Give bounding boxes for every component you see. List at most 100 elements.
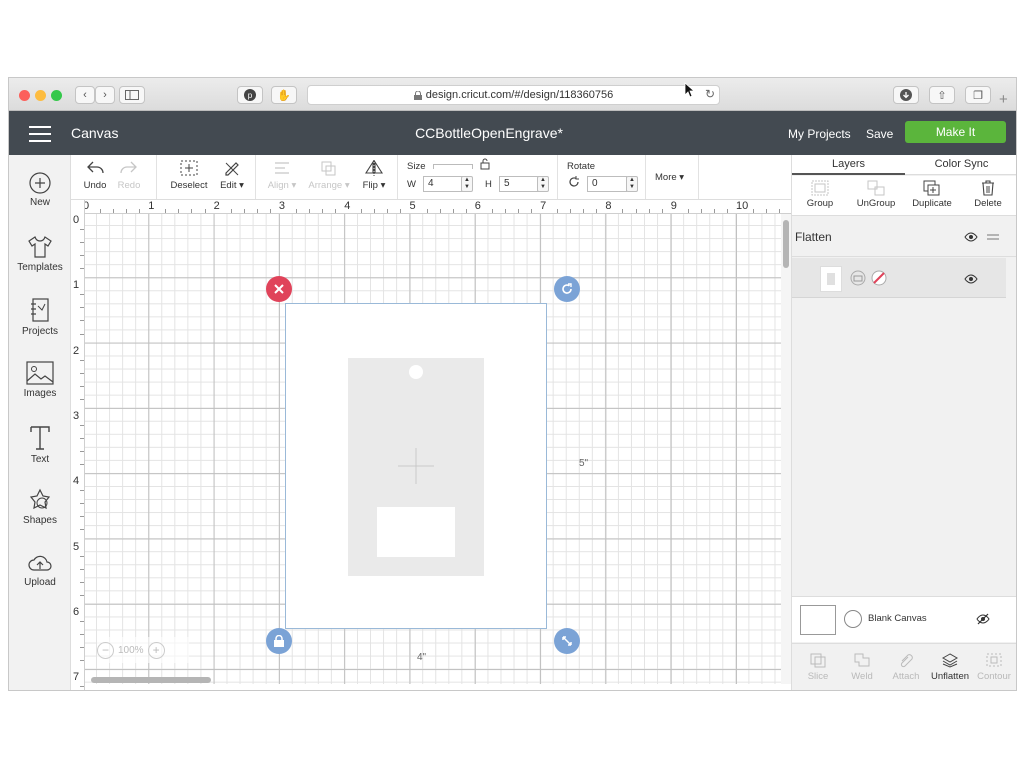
ruler-x-label: 4 — [344, 200, 351, 212]
canvas-swatch[interactable] — [800, 605, 836, 635]
layer-group-flatten[interactable]: Flatten — [792, 217, 1016, 257]
tabs-button[interactable]: ❐ — [965, 86, 991, 104]
lock-handle[interactable] — [266, 628, 292, 654]
attach-label: Attach — [892, 671, 920, 682]
ruler-tick — [80, 686, 84, 688]
redo-button[interactable]: Redo — [115, 159, 143, 191]
height-input[interactable]: 5 — [499, 176, 539, 192]
more-label: More — [655, 172, 677, 183]
more-button[interactable]: More ▾ — [655, 172, 684, 183]
ruler-tick — [491, 209, 493, 213]
unlocked-icon[interactable] — [480, 158, 490, 170]
toolbar-divider — [557, 155, 558, 199]
duplicate-button[interactable]: Duplicate — [907, 179, 957, 209]
sidebar-item-upload[interactable]: Upload — [9, 552, 71, 588]
layer-row[interactable] — [792, 258, 1006, 298]
flip-button[interactable]: Flip ▾ — [357, 159, 391, 191]
attach-button[interactable]: Attach — [884, 652, 928, 682]
undo-icon — [87, 161, 104, 174]
ruler-x-label: 7 — [540, 200, 547, 212]
image-icon — [26, 361, 54, 385]
weld-button[interactable]: Weld — [840, 652, 884, 682]
my-projects-link[interactable]: My Projects — [788, 127, 851, 141]
contour-button[interactable]: Contour — [972, 652, 1016, 682]
selected-object[interactable] — [285, 303, 547, 629]
zoom-out-button[interactable]: − — [97, 641, 114, 659]
ruler-tick — [191, 209, 193, 213]
ruler-tick — [387, 209, 389, 213]
drag-handle-icon[interactable] — [986, 233, 1000, 241]
width-input[interactable]: 4 — [423, 176, 463, 192]
height-dimension-label: 5" — [579, 458, 589, 469]
deselect-button[interactable]: Deselect — [167, 159, 211, 191]
no-color-icon[interactable] — [871, 270, 887, 286]
ruler-tick — [335, 209, 337, 213]
make-it-button[interactable]: Make It — [905, 121, 1006, 143]
new-tab-icon[interactable]: + — [999, 91, 1008, 108]
minimize-window-button[interactable] — [35, 90, 46, 101]
blank-canvas-row[interactable]: Blank Canvas — [792, 596, 1016, 642]
hamburger-menu-icon[interactable] — [29, 126, 51, 142]
project-name: CCBottleOpenEngrave* — [415, 125, 563, 141]
forward-button[interactable]: › — [95, 86, 115, 104]
width-stepper[interactable]: ▲ ▼ — [461, 176, 473, 192]
tab-layers[interactable]: Layers — [792, 158, 905, 175]
slice-button[interactable]: Slice — [796, 652, 840, 682]
sidebar-item-projects[interactable]: Projects — [9, 297, 71, 337]
rotate-handle[interactable] — [554, 276, 580, 302]
canvas-color-picker[interactable] — [844, 610, 862, 628]
align-button[interactable]: Align ▾ — [263, 159, 301, 191]
eye-icon[interactable] — [964, 274, 978, 284]
delete-label: Delete — [974, 198, 1002, 209]
hidden-eye-icon[interactable] — [976, 613, 990, 625]
downloads-button[interactable] — [893, 86, 919, 104]
sidebar-item-text[interactable]: Text — [9, 425, 71, 465]
text-icon — [30, 426, 50, 450]
resize-handle[interactable] — [554, 628, 580, 654]
pinterest-extension-button[interactable]: p — [237, 86, 263, 104]
share-button[interactable]: ⇧ — [929, 86, 955, 104]
sidebar-toggle-button[interactable] — [119, 86, 145, 104]
ruler-tick — [230, 209, 232, 213]
sidebar-item-new[interactable]: New — [9, 172, 71, 208]
sidebar-item-shapes[interactable]: Shapes — [9, 488, 71, 526]
rotate-input[interactable]: 0 — [587, 176, 627, 192]
close-window-button[interactable] — [19, 90, 30, 101]
edit-button[interactable]: Edit ▾ — [215, 159, 249, 191]
shapes-icon — [29, 488, 51, 510]
reload-icon[interactable]: ↻ — [705, 87, 715, 101]
arrange-button[interactable]: Arrange ▾ — [305, 159, 353, 191]
ruler-y-label: 3 — [73, 409, 80, 422]
delete-handle[interactable] — [266, 276, 292, 302]
hand-icon: ✋ — [277, 89, 291, 102]
zoom-in-button[interactable]: + — [147, 641, 165, 659]
group-button[interactable]: Group — [795, 179, 845, 209]
size-label: Size — [407, 161, 426, 172]
vertical-scrollbar[interactable] — [781, 214, 791, 684]
unflatten-button[interactable]: Unflatten — [928, 652, 972, 682]
undo-button[interactable]: Undo — [81, 159, 109, 191]
eye-icon[interactable] — [964, 232, 978, 242]
ruler-tick — [204, 209, 206, 213]
ruler-tick — [570, 209, 572, 213]
rotate-stepper[interactable]: ▲ ▼ — [626, 176, 638, 192]
height-stepper[interactable]: ▲ ▼ — [537, 176, 549, 192]
back-button[interactable]: ‹ — [75, 86, 95, 104]
scroll-thumb[interactable] — [783, 220, 789, 268]
design-canvas[interactable]: 0 1 2 3 4 5 6 7 8 9 10 0 1 2 3 4 5 6 7 5" 4" − 100% + — [71, 200, 791, 690]
address-bar[interactable]: design.cricut.com/#/design/118360756 — [307, 85, 720, 105]
extension-button[interactable]: ✋ — [271, 86, 297, 104]
horizontal-scroll-thumb[interactable] — [91, 677, 211, 683]
delete-button[interactable]: Delete — [963, 179, 1013, 209]
save-button[interactable]: Save — [866, 127, 893, 141]
contour-icon — [986, 653, 1002, 667]
ungroup-button[interactable]: UnGroup — [851, 179, 901, 209]
group-name: Flatten — [795, 230, 832, 244]
sidebar-item-images[interactable]: Images — [9, 361, 71, 399]
tab-color-sync[interactable]: Color Sync — [905, 158, 1016, 170]
sidebar-item-templates[interactable]: Templates — [9, 235, 71, 273]
zoom-window-button[interactable] — [51, 90, 62, 101]
ruler-tick — [661, 209, 663, 213]
ruler-tick — [80, 464, 84, 466]
url-text: design.cricut.com/#/design/118360756 — [425, 89, 614, 101]
